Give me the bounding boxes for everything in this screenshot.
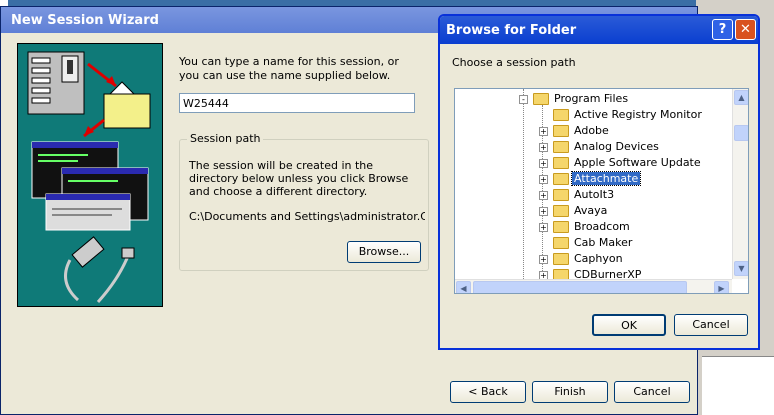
- expand-icon[interactable]: +: [539, 207, 548, 216]
- folder-icon: [553, 173, 569, 185]
- ok-button[interactable]: OK: [592, 314, 666, 336]
- finish-button[interactable]: Finish: [532, 381, 608, 403]
- tree-item[interactable]: Cab Maker: [455, 235, 725, 251]
- folder-icon: [553, 125, 569, 137]
- tree-item-label[interactable]: Attachmate: [570, 171, 642, 186]
- scroll-up-icon[interactable]: ▲: [734, 90, 748, 105]
- tree-item[interactable]: + Avaya: [455, 203, 725, 219]
- folder-icon: [553, 109, 569, 121]
- tree-item[interactable]: - Program Files: [455, 91, 725, 107]
- folder-tree[interactable]: - Program Files Active Registry Monitor + Ad…: [454, 88, 749, 294]
- vertical-scrollbar[interactable]: ▲ ▼: [732, 89, 748, 279]
- tree-item[interactable]: + Apple Software Update: [455, 155, 725, 171]
- help-icon[interactable]: ?: [712, 19, 733, 40]
- wizard-illustration: [17, 43, 163, 307]
- expand-icon[interactable]: +: [539, 223, 548, 232]
- folder-icon: [553, 253, 569, 265]
- background-panel: [702, 356, 774, 415]
- tree-item[interactable]: + Caphyon: [455, 251, 725, 267]
- expand-icon[interactable]: +: [539, 127, 548, 136]
- tree-item-label[interactable]: Broadcom: [572, 220, 632, 233]
- scroll-down-icon[interactable]: ▼: [734, 261, 748, 276]
- tree-item-label[interactable]: Avaya: [572, 204, 609, 217]
- wizard-illustration-graphic: [27, 51, 151, 304]
- wizard-cancel-button[interactable]: Cancel: [614, 381, 690, 403]
- tree-item[interactable]: + Broadcom: [455, 219, 725, 235]
- tree-item-label[interactable]: Caphyon: [572, 252, 625, 265]
- close-icon[interactable]: ✕: [735, 19, 756, 40]
- session-name-input[interactable]: W25444: [179, 93, 415, 113]
- horizontal-scroll-thumb[interactable]: [473, 281, 687, 293]
- tree-item[interactable]: + AutoIt3: [455, 187, 725, 203]
- intro-text: You can type a name for this session, or…: [179, 55, 399, 82]
- expand-icon[interactable]: +: [539, 175, 548, 184]
- browse-dialog-title-bar[interactable]: Browse for Folder: [440, 16, 758, 44]
- scroll-left-icon[interactable]: ◀: [456, 281, 471, 293]
- expand-icon[interactable]: +: [539, 255, 548, 264]
- browse-for-folder-dialog: Browse for Folder ? ✕ Choose a session p…: [438, 14, 760, 350]
- browse-prompt: Choose a session path: [452, 56, 576, 69]
- folder-icon: [553, 237, 569, 249]
- scroll-right-icon[interactable]: ▶: [714, 281, 729, 293]
- folder-icon: [553, 141, 569, 153]
- tree-item-label[interactable]: Apple Software Update: [572, 156, 703, 169]
- folder-icon: [553, 221, 569, 233]
- tree-item-label[interactable]: Analog Devices: [572, 140, 661, 153]
- session-path-description: The session will be created in the direc…: [189, 159, 409, 198]
- tree-item[interactable]: + Analog Devices: [455, 139, 725, 155]
- browse-cancel-button[interactable]: Cancel: [674, 314, 748, 336]
- folder-icon: [553, 189, 569, 201]
- expand-icon[interactable]: +: [539, 191, 548, 200]
- browse-button[interactable]: Browse...: [347, 241, 421, 263]
- expand-icon[interactable]: +: [539, 159, 548, 168]
- tree-item[interactable]: + Attachmate: [455, 171, 725, 187]
- tree-item-label[interactable]: Cab Maker: [572, 236, 634, 249]
- tree-item[interactable]: + Adobe: [455, 123, 725, 139]
- tree-item-label[interactable]: Active Registry Monitor: [572, 108, 704, 121]
- folder-icon: [553, 157, 569, 169]
- folder-icon: [553, 205, 569, 217]
- tree-item-label[interactable]: AutoIt3: [572, 188, 616, 201]
- folder-icon: [533, 93, 549, 105]
- tree-item[interactable]: Active Registry Monitor: [455, 107, 725, 123]
- vertical-scroll-thumb[interactable]: [734, 125, 748, 141]
- session-path-value: C:\Documents and Settings\administrator.…: [189, 210, 425, 223]
- tree-item-label[interactable]: Adobe: [572, 124, 611, 137]
- session-path-group-title: Session path: [187, 132, 264, 145]
- horizontal-scrollbar[interactable]: ◀ ▶: [455, 279, 732, 293]
- tree-item-label[interactable]: Program Files: [552, 92, 630, 105]
- back-button[interactable]: < Back: [450, 381, 526, 403]
- expand-icon[interactable]: +: [539, 143, 548, 152]
- collapse-icon[interactable]: -: [519, 95, 528, 104]
